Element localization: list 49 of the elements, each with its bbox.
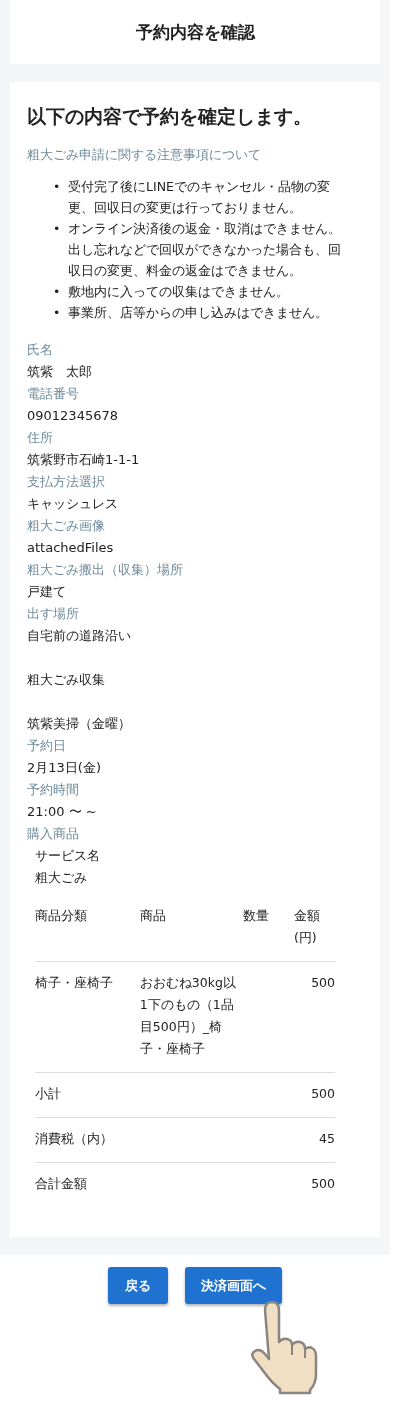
notice-item: オンライン決済後の返金・取消はできません。出し忘れなどで回収ができなかった場合も、回収日の変更、料金の返金はできません。 bbox=[68, 220, 342, 280]
field-label: 電話番号 bbox=[27, 385, 80, 403]
column-header: 商品 bbox=[139, 895, 243, 962]
table-cell: 500 bbox=[311, 1086, 335, 1101]
table-cell: おおむね30kg以1下のもの（1品目500円）_椅子・座椅子 bbox=[139, 975, 236, 1056]
column-header: 金額(円) bbox=[293, 895, 335, 962]
payment-button[interactable]: 決済画面へ bbox=[185, 1267, 282, 1304]
table-cell: 小計 bbox=[35, 1086, 61, 1101]
field-value: 筑紫 太郎 bbox=[27, 363, 93, 381]
table-cell: 合計金額 bbox=[35, 1176, 87, 1191]
field-value: 09012345678 bbox=[27, 407, 119, 425]
field-label: 粗大ごみ搬出（収集）場所 bbox=[27, 561, 184, 579]
bullet-mark: • bbox=[53, 220, 59, 238]
field-value: 21:00 〜 ~ bbox=[27, 803, 98, 821]
field-value: 筑紫美掃（金曜） bbox=[27, 715, 132, 733]
table-cell: 45 bbox=[319, 1131, 335, 1146]
table-cell: 椅子・座椅子 bbox=[35, 975, 113, 990]
field-value: キャッシュレス bbox=[27, 495, 119, 513]
notice-title: 粗大ごみ申請に関する注意事項について bbox=[27, 147, 262, 164]
page-title: 予約内容を確認 bbox=[135, 20, 255, 44]
field-value: 2月13日(金) bbox=[27, 759, 102, 777]
field-value: 戸建て bbox=[27, 583, 67, 601]
field-value: 筑紫野市石崎1-1-1 bbox=[27, 451, 141, 469]
column-header: 商品分類 bbox=[35, 895, 140, 962]
field-label: 氏名 bbox=[27, 341, 54, 359]
field-label: 粗大ごみ画像 bbox=[27, 517, 106, 535]
back-button[interactable]: 戻る bbox=[108, 1267, 168, 1304]
field-label: 予約日 bbox=[27, 737, 67, 755]
field-label: 購入商品 bbox=[27, 825, 80, 843]
notice-item: 事業所、店等からの申し込みはできません。 bbox=[68, 304, 329, 322]
confirm-heading: 以下の内容で予約を確定します。 bbox=[27, 105, 313, 129]
service-name: 粗大ごみ bbox=[35, 869, 88, 887]
table-cell: 消費税（内） bbox=[35, 1131, 113, 1146]
field-label: 支払方法選択 bbox=[27, 473, 106, 491]
field-label: 住所 bbox=[27, 429, 54, 447]
service-label: サービス名 bbox=[35, 847, 101, 865]
table-cell: 500 bbox=[311, 975, 335, 990]
table-cell: 500 bbox=[311, 1176, 335, 1191]
field-value: 粗大ごみ収集 bbox=[27, 671, 106, 689]
field-value: 自宅前の道路沿い bbox=[27, 627, 132, 645]
bullet-mark: • bbox=[53, 178, 59, 196]
notice-item: 受付完了後にLINEでのキャンセル・品物の変更、回収日の変更は行っておりません。 bbox=[68, 178, 331, 217]
column-header: 数量 bbox=[242, 895, 294, 962]
field-label: 予約時間 bbox=[27, 781, 80, 799]
notice-item: 敷地内に入っての収集はできません。 bbox=[68, 283, 290, 301]
bullet-mark: • bbox=[53, 304, 59, 322]
field-value: attachedFiles bbox=[27, 539, 115, 557]
bullet-mark: • bbox=[53, 283, 59, 301]
field-label: 出す場所 bbox=[27, 605, 80, 623]
